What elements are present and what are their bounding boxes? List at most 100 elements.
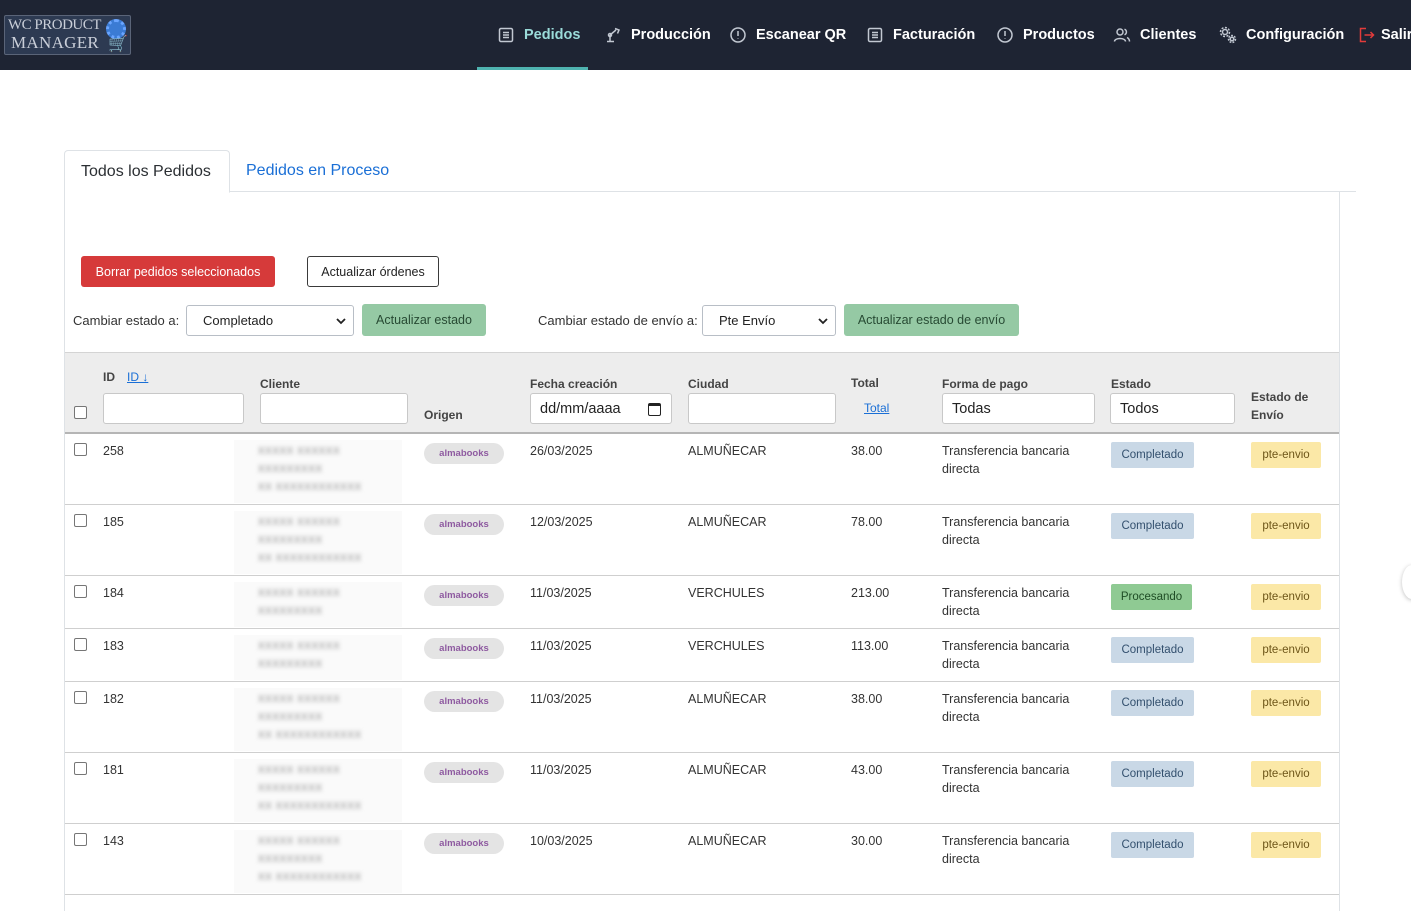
logo-cart-icon: 🛒 xyxy=(108,36,128,53)
row-date: 11/03/2025 xyxy=(530,763,592,777)
filter-fecha-input[interactable]: dd/mm/aaaa xyxy=(530,393,672,424)
row-checkbox[interactable] xyxy=(74,638,87,651)
row-payment: Transferencia bancaria directa xyxy=(942,834,1070,866)
shipping-badge: pte-envio xyxy=(1251,761,1321,787)
nav-salir[interactable]: Salir xyxy=(1358,0,1411,70)
nav-pedidos[interactable]: Pedidos xyxy=(477,0,589,70)
row-city: ALMUÑECAR xyxy=(688,692,767,706)
nav-clientes[interactable]: Clientes xyxy=(1113,0,1196,70)
header-forma-pago: Forma de pago xyxy=(942,377,1029,391)
row-date: 11/03/2025 xyxy=(530,586,592,600)
row-id[interactable]: 182 xyxy=(103,692,124,706)
shipping-badge: pte-envio xyxy=(1251,832,1321,858)
nav-escanear-qr[interactable]: Escanear QR xyxy=(729,0,846,70)
gears-icon xyxy=(1219,26,1237,44)
nav-escanear-qr-label: Escanear QR xyxy=(756,27,847,43)
change-state-select[interactable]: Completado xyxy=(186,305,354,336)
row-total: 38.00 xyxy=(851,692,883,706)
nav-productos[interactable]: Productos xyxy=(996,0,1095,70)
header-estado: Estado xyxy=(1111,377,1152,391)
cliente-redacted-text: XXXXX XXXXXX XXXXXXXXX XX XXXXXXXXXXXX xyxy=(258,836,362,883)
production-arm-icon xyxy=(607,27,620,43)
status-badge: Completado xyxy=(1111,442,1194,468)
status-badge: Completado xyxy=(1111,637,1194,663)
row-checkbox[interactable] xyxy=(74,585,87,598)
row-checkbox[interactable] xyxy=(74,762,87,775)
chevron-down-icon xyxy=(818,318,828,325)
sort-id-link[interactable]: ID ↓ xyxy=(127,370,148,384)
sort-total-link[interactable]: Total xyxy=(864,401,889,415)
change-shipping-value: Pte Envío xyxy=(719,313,776,328)
update-shipping-button[interactable]: Actualizar estado de envío xyxy=(844,304,1019,336)
tab-pedidos-en-proceso[interactable]: Pedidos en Proceso xyxy=(230,150,405,192)
select-all-checkbox[interactable] xyxy=(74,406,87,419)
row-id[interactable]: 143 xyxy=(103,834,124,848)
row-date: 10/03/2025 xyxy=(530,834,593,848)
origin-badge: almabooks xyxy=(424,514,504,535)
invoice-icon xyxy=(867,27,883,43)
row-id[interactable]: 181 xyxy=(103,763,124,777)
filter-ciudad-input[interactable] xyxy=(688,393,836,424)
change-state-value: Completado xyxy=(203,313,274,328)
filter-cliente-input[interactable] xyxy=(260,393,408,424)
row-id[interactable]: 258 xyxy=(103,444,124,458)
delete-selected-button[interactable]: Borrar pedidos seleccionados xyxy=(81,256,275,287)
alert-circle-icon xyxy=(997,27,1013,43)
filter-fecha-placeholder: dd/mm/aaaa xyxy=(540,400,621,417)
app-logo[interactable]: WC PRODUCT MANAGER 🛒 xyxy=(4,15,131,55)
shipping-badge: pte-envio xyxy=(1251,690,1321,716)
origin-badge: almabooks xyxy=(424,585,504,606)
filter-estado-select[interactable]: Todos xyxy=(1110,393,1235,424)
cliente-redacted-text: XXXXX XXXXXX XXXXXXXXX xyxy=(258,588,341,617)
row-checkbox[interactable] xyxy=(74,833,87,846)
row-checkbox[interactable] xyxy=(74,514,87,527)
logout-icon xyxy=(1359,27,1375,43)
header-origen: Origen xyxy=(424,408,463,422)
nav-configuracion[interactable]: Configuración xyxy=(1219,0,1344,70)
row-total: 43.00 xyxy=(851,763,883,777)
row-city: ALMUÑECAR xyxy=(688,444,767,458)
header-fecha: Fecha creación xyxy=(530,377,618,391)
nav-salir-label: Salir xyxy=(1381,27,1411,43)
top-navbar: WC PRODUCT MANAGER 🛒 Pedidos Producción … xyxy=(0,0,1411,70)
shipping-badge: pte-envio xyxy=(1251,637,1321,663)
calendar-icon[interactable] xyxy=(648,403,661,416)
row-payment: Transferencia bancaria directa xyxy=(942,515,1070,547)
row-date: 12/03/2025 xyxy=(530,515,593,529)
row-id[interactable]: 185 xyxy=(103,515,124,529)
row-city: VERCHULES xyxy=(688,639,765,653)
nav-clientes-label: Clientes xyxy=(1140,27,1197,43)
tab-todos-pedidos[interactable]: Todos los Pedidos xyxy=(64,150,230,193)
filter-id-input[interactable] xyxy=(103,393,244,424)
row-total: 113.00 xyxy=(851,639,889,653)
header-ciudad: Ciudad xyxy=(688,377,729,391)
row-payment: Transferencia bancaria directa xyxy=(942,763,1070,795)
status-badge: Completado xyxy=(1111,690,1194,716)
change-shipping-label: Cambiar estado de envío a: xyxy=(538,313,698,328)
nav-produccion[interactable]: Producción xyxy=(604,0,711,70)
row-checkbox[interactable] xyxy=(74,443,87,456)
cliente-redacted-text: XXXXX XXXXXX XXXXXXXXX XX XXXXXXXXXXXX xyxy=(258,517,362,564)
origin-badge: almabooks xyxy=(424,638,504,659)
header-cliente: Cliente xyxy=(260,377,301,391)
refresh-orders-button[interactable]: Actualizar órdenes xyxy=(307,256,439,287)
header-total: Total xyxy=(851,376,879,390)
header-estado-envio-1: Estado de xyxy=(1251,390,1309,404)
change-shipping-select[interactable]: Pte Envío xyxy=(702,305,836,336)
side-scroll-handle[interactable] xyxy=(1402,565,1411,599)
update-state-button[interactable]: Actualizar estado xyxy=(362,304,486,336)
row-checkbox[interactable] xyxy=(74,691,87,704)
nav-facturacion[interactable]: Facturación xyxy=(866,0,975,70)
alert-circle-icon xyxy=(730,27,746,43)
orders-tabs: Todos los Pedidos Pedidos en Proceso xyxy=(64,150,1356,193)
shipping-badge: pte-envio xyxy=(1251,442,1321,468)
status-badge: Completado xyxy=(1111,513,1194,539)
cliente-redacted-text: XXXXX XXXXXX XXXXXXXXX xyxy=(258,641,341,670)
row-city: ALMUÑECAR xyxy=(688,515,767,529)
row-id[interactable]: 184 xyxy=(103,586,124,600)
row-payment: Transferencia bancaria directa xyxy=(942,692,1070,724)
row-date: 11/03/2025 xyxy=(530,639,592,653)
row-id[interactable]: 183 xyxy=(103,639,124,653)
nav-facturacion-label: Facturación xyxy=(893,27,976,43)
filter-pago-select[interactable]: Todas xyxy=(942,393,1095,424)
